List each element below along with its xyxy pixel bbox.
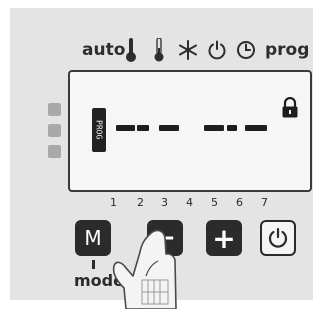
day-number: 5 bbox=[211, 196, 218, 209]
indicator-led bbox=[48, 145, 61, 158]
plus-button[interactable]: + bbox=[206, 220, 242, 256]
lcd-segment bbox=[137, 125, 149, 131]
snowflake-icon bbox=[179, 40, 197, 60]
day-number: 6 bbox=[236, 196, 243, 209]
thermometer-full-icon bbox=[126, 38, 136, 62]
power-icon bbox=[208, 40, 226, 60]
pointing-hand-icon bbox=[112, 229, 177, 309]
lcd-segment bbox=[159, 125, 179, 131]
mode-indicator-tick bbox=[92, 260, 95, 269]
day-number: 7 bbox=[261, 196, 268, 209]
power-button[interactable] bbox=[260, 220, 296, 256]
indicator-led bbox=[48, 103, 61, 116]
power-icon bbox=[268, 227, 288, 248]
prog-badge: PROG bbox=[92, 108, 106, 152]
day-number: 4 bbox=[186, 196, 193, 209]
prog-badge-text: PROG bbox=[94, 120, 104, 140]
indicator-leds bbox=[48, 103, 61, 166]
lcd-segment bbox=[245, 125, 267, 131]
lcd-segment bbox=[116, 125, 135, 131]
clock-icon bbox=[237, 41, 255, 59]
padlock-icon bbox=[282, 97, 298, 118]
mode-button-label: M bbox=[84, 226, 102, 250]
day-number: 1 bbox=[110, 196, 117, 209]
day-number: 3 bbox=[161, 196, 168, 209]
thermometer-low-icon bbox=[154, 38, 164, 62]
lcd-segment bbox=[227, 125, 237, 131]
indicator-led bbox=[48, 124, 61, 137]
day-number: 2 bbox=[137, 196, 144, 209]
lcd-segment bbox=[204, 125, 224, 131]
auto-mode-label: auto bbox=[82, 40, 126, 60]
prog-mode-label: prog bbox=[265, 40, 310, 60]
plus-button-label: + bbox=[212, 221, 236, 255]
